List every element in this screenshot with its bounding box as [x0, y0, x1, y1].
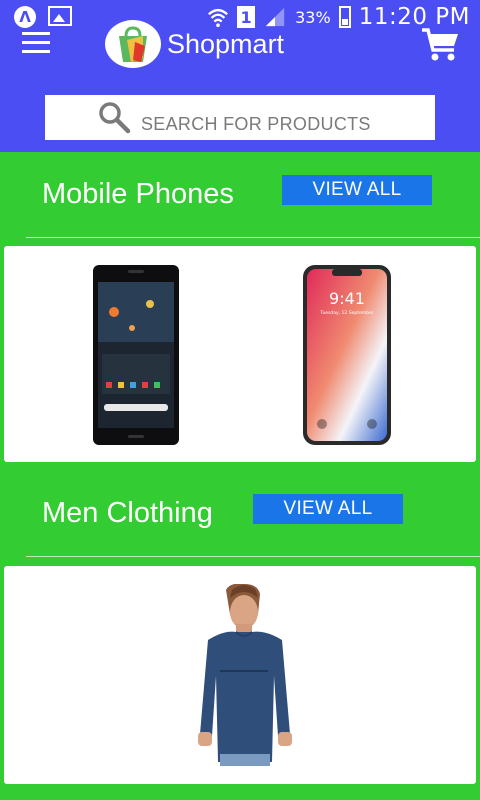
battery-icon	[338, 6, 351, 28]
mobile-phones-card: 9:41 Tuesday, 12 September	[4, 246, 476, 462]
battery-percent: 33%	[295, 7, 331, 27]
app-notification-icon: Λ	[14, 6, 36, 28]
menu-button[interactable]	[22, 32, 50, 54]
search-icon	[99, 102, 131, 134]
product-pixel-phone[interactable]	[92, 264, 180, 446]
search-bar[interactable]: SEARCH FOR PRODUCTS	[45, 95, 435, 140]
app-header: Λ 1 33% 11:20 PM Shopmart SEARCH FOR PRO…	[0, 0, 480, 152]
iphone-screen-date: Tuesday, 12 September	[319, 310, 373, 316]
product-navy-long-sleeve-tshirt[interactable]	[190, 584, 298, 766]
menu-icon	[22, 32, 50, 35]
gallery-notification-icon	[48, 6, 72, 26]
search-placeholder: SEARCH FOR PRODUCTS	[141, 114, 371, 134]
section-title-men-clothing: Men Clothing	[42, 497, 213, 529]
iphone-screen-time: 9:41	[329, 289, 365, 308]
section-title-mobile-phones: Mobile Phones	[42, 178, 234, 210]
brand-logo[interactable]: Shopmart	[105, 20, 284, 68]
section-divider	[26, 556, 480, 557]
section-divider	[26, 237, 480, 238]
view-all-mobile-phones-button[interactable]: VIEW ALL	[282, 175, 432, 205]
cart-icon[interactable]	[420, 26, 460, 62]
product-iphone-x[interactable]: 9:41 Tuesday, 12 September	[302, 264, 392, 446]
men-clothing-card	[4, 566, 476, 784]
shopping-bag-logo-icon	[105, 20, 161, 68]
view-all-men-clothing-button[interactable]: VIEW ALL	[253, 494, 403, 524]
brand-name: Shopmart	[167, 28, 285, 59]
